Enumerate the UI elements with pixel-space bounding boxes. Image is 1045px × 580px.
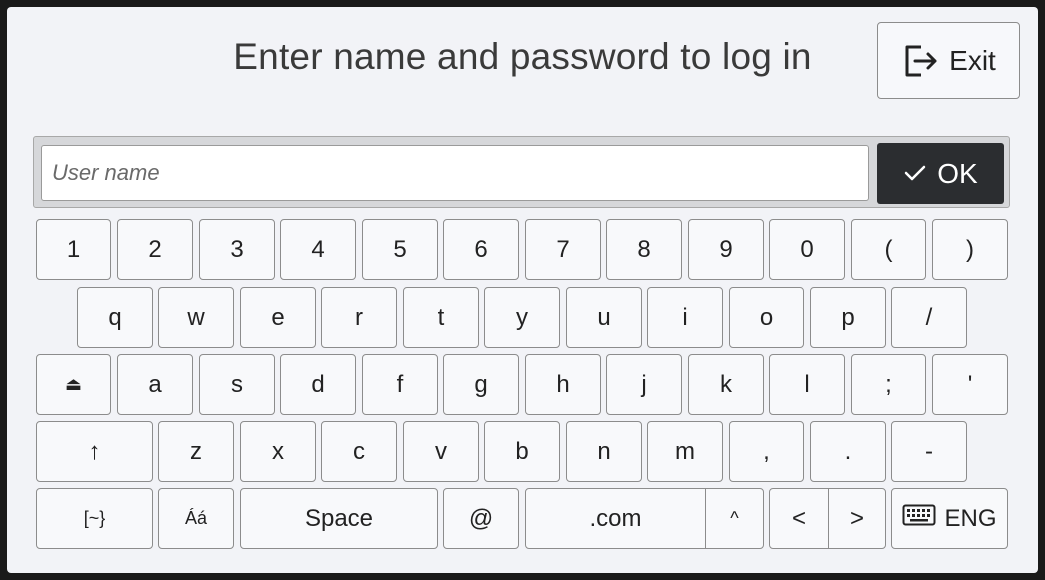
key-c[interactable]: c	[321, 421, 397, 482]
key-8[interactable]: 8	[606, 219, 682, 280]
key-i[interactable]: i	[647, 287, 723, 348]
key-m[interactable]: m	[647, 421, 723, 482]
ok-button[interactable]: OK	[877, 143, 1004, 204]
key-k[interactable]: k	[688, 354, 764, 415]
key-t[interactable]: t	[403, 287, 479, 348]
key-9[interactable]: 9	[688, 219, 764, 280]
logout-icon	[901, 41, 939, 81]
key-b[interactable]: b	[484, 421, 560, 482]
language-label: ENG	[944, 504, 997, 532]
key-x[interactable]: x	[240, 421, 316, 482]
key-period[interactable]: .	[810, 421, 886, 482]
key-caret[interactable]: ^	[705, 488, 764, 549]
key-w[interactable]: w	[158, 287, 234, 348]
key-arrow-right[interactable]: >	[828, 488, 886, 549]
key-symbols[interactable]: [~}	[36, 488, 153, 549]
key-n[interactable]: n	[566, 421, 642, 482]
key-6[interactable]: 6	[443, 219, 519, 280]
key-at[interactable]: @	[443, 488, 519, 549]
key-shift[interactable]: ↑	[36, 421, 153, 482]
key-z[interactable]: z	[158, 421, 234, 482]
key-semicolon[interactable]: ;	[851, 354, 926, 415]
key-1[interactable]: 1	[36, 219, 111, 280]
key-comma[interactable]: ,	[729, 421, 804, 482]
key-4[interactable]: 4	[280, 219, 356, 280]
ok-label: OK	[937, 157, 978, 189]
checkmark-icon	[903, 158, 927, 190]
key-v[interactable]: v	[403, 421, 479, 482]
key-g[interactable]: g	[443, 354, 519, 415]
key-slash[interactable]: /	[891, 287, 967, 348]
key-space[interactable]: Space	[240, 488, 438, 549]
key-e[interactable]: e	[240, 287, 316, 348]
key-h[interactable]: h	[525, 354, 601, 415]
exit-button[interactable]: Exit	[877, 22, 1020, 99]
keyboard-icon	[902, 504, 936, 533]
key-5[interactable]: 5	[362, 219, 438, 280]
key-0[interactable]: 0	[769, 219, 845, 280]
key-arrow-left[interactable]: <	[769, 488, 829, 549]
key-dotcom[interactable]: .com	[525, 488, 706, 549]
key-apostrophe[interactable]: '	[932, 354, 1008, 415]
key-close-paren[interactable]: )	[932, 219, 1008, 280]
key-p[interactable]: p	[810, 287, 886, 348]
key-q[interactable]: q	[77, 287, 153, 348]
key-accents[interactable]: Áá	[158, 488, 234, 549]
key-7[interactable]: 7	[525, 219, 601, 280]
key-o[interactable]: o	[729, 287, 804, 348]
key-f[interactable]: f	[362, 354, 438, 415]
key-language[interactable]: ENG	[891, 488, 1008, 549]
key-j[interactable]: j	[606, 354, 682, 415]
key-hyphen[interactable]: -	[891, 421, 967, 482]
key-r[interactable]: r	[321, 287, 397, 348]
exit-label: Exit	[949, 44, 996, 76]
key-eject[interactable]: ⏏	[36, 354, 111, 415]
username-input[interactable]	[41, 145, 869, 201]
key-d[interactable]: d	[280, 354, 356, 415]
key-y[interactable]: y	[484, 287, 560, 348]
key-a[interactable]: a	[117, 354, 193, 415]
key-open-paren[interactable]: (	[851, 219, 926, 280]
key-u[interactable]: u	[566, 287, 642, 348]
key-s[interactable]: s	[199, 354, 275, 415]
key-l[interactable]: l	[769, 354, 845, 415]
key-3[interactable]: 3	[199, 219, 275, 280]
key-2[interactable]: 2	[117, 219, 193, 280]
